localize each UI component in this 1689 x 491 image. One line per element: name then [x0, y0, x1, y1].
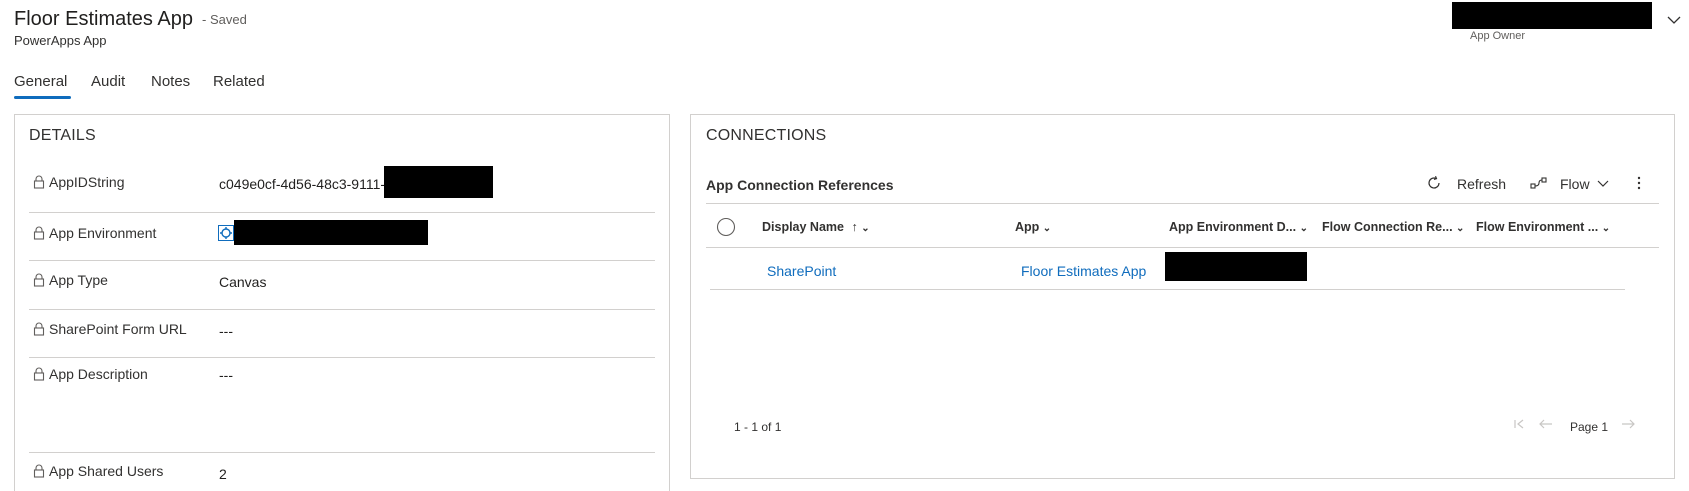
chevron-down-icon: ⌄: [1601, 223, 1611, 234]
lock-icon: [33, 175, 45, 189]
flow-icon[interactable]: [1530, 176, 1548, 190]
lock-icon: [33, 273, 45, 287]
app-owner-value-redacted[interactable]: [1452, 2, 1652, 29]
tab-notes[interactable]: Notes: [151, 73, 190, 90]
column-header-display-name[interactable]: Display Name ↑ ⌄: [762, 220, 870, 234]
previous-page-icon[interactable]: [1538, 418, 1554, 430]
subgrid-title: App Connection References: [706, 177, 894, 193]
column-header-label: App: [1015, 220, 1040, 234]
app-description-value[interactable]: ---: [219, 367, 233, 383]
row-divider: [29, 212, 655, 213]
column-header-label: App Environment D...: [1169, 220, 1297, 234]
field-label-appidstring: AppIDString: [33, 174, 124, 190]
field-label-text: App Environment: [49, 225, 157, 241]
column-header-app[interactable]: App ⌄: [1015, 220, 1051, 234]
field-label-text: App Description: [49, 366, 148, 382]
flow-menu-button[interactable]: Flow: [1560, 176, 1590, 192]
details-section-title: DETAILS: [29, 127, 96, 144]
field-label-sharepoint-form-url: SharePoint Form URL: [33, 321, 187, 337]
app-shared-users-value[interactable]: 2: [219, 466, 227, 482]
field-label-app-shared-users: App Shared Users: [33, 463, 163, 479]
connections-section-title: CONNECTIONS: [706, 127, 827, 144]
appidstring-value[interactable]: c049e0cf-4d56-48c3-9111-: [219, 176, 385, 192]
refresh-icon[interactable]: [1426, 175, 1442, 191]
field-label-app-description: App Description: [33, 366, 148, 382]
app-owner-label: App Owner: [1470, 30, 1526, 42]
record-count: 1 - 1 of 1: [734, 420, 782, 434]
first-page-icon[interactable]: [1512, 418, 1526, 430]
field-label-app-environment: App Environment: [33, 225, 156, 241]
tab-audit[interactable]: Audit: [91, 73, 125, 90]
row-app-link[interactable]: Floor Estimates App: [1021, 263, 1146, 279]
column-header-label: Flow Connection Re...: [1322, 220, 1453, 234]
row-divider: [29, 357, 655, 358]
lock-icon: [33, 367, 45, 381]
field-label-text: App Type: [49, 272, 108, 288]
connections-section: [690, 114, 1675, 479]
chevron-down-icon: ⌄: [1456, 223, 1465, 234]
chevron-down-icon: ⌄: [861, 223, 870, 234]
next-page-icon[interactable]: [1620, 418, 1636, 430]
field-label-text: App Shared Users: [49, 463, 164, 479]
row-display-name-link[interactable]: SharePoint: [767, 263, 836, 279]
column-header-label: Display Name: [762, 220, 844, 234]
app-environment-value-redacted[interactable]: [234, 220, 428, 245]
expand-header-chevron-icon[interactable]: [1664, 10, 1684, 30]
field-label-text: AppIDString: [49, 174, 125, 190]
app-type-value[interactable]: Canvas: [219, 274, 266, 290]
column-header-flow-connection-reference[interactable]: Flow Connection Re... ⌄: [1322, 220, 1464, 234]
field-label-text: SharePoint Form URL: [49, 321, 187, 337]
details-section: [14, 114, 670, 491]
chevron-down-icon: ⌄: [1042, 223, 1052, 234]
environment-icon: [218, 225, 234, 241]
field-label-app-type: App Type: [33, 272, 108, 288]
sort-ascending-icon: ↑: [851, 220, 858, 234]
row-divider: [29, 452, 655, 453]
chevron-down-icon[interactable]: [1596, 178, 1610, 190]
lock-icon: [33, 464, 45, 478]
entity-subtitle: PowerApps App: [14, 33, 107, 48]
page-indicator: Page 1: [1570, 420, 1609, 434]
refresh-button[interactable]: Refresh: [1457, 176, 1506, 192]
tab-general[interactable]: General: [14, 73, 67, 90]
column-header-flow-environment[interactable]: Flow Environment ... ⌄: [1476, 220, 1610, 234]
tab-related[interactable]: Related: [213, 73, 265, 90]
lock-icon: [33, 322, 45, 336]
row-divider: [29, 260, 655, 261]
chevron-down-icon: ⌄: [1299, 223, 1308, 234]
row-divider: [29, 309, 655, 310]
sharepoint-form-url-value[interactable]: ---: [219, 323, 233, 339]
grid-header-divider: [706, 247, 1659, 248]
save-status: - Saved: [202, 12, 247, 27]
page-title: Floor Estimates App: [14, 8, 193, 30]
select-all-checkbox[interactable]: [716, 217, 736, 237]
lock-icon: [33, 226, 45, 240]
column-header-app-environment[interactable]: App Environment D... ⌄: [1169, 220, 1308, 234]
column-header-label: Flow Environment ...: [1476, 220, 1599, 234]
row-divider: [710, 289, 1625, 290]
grid-top-divider: [706, 203, 1659, 204]
more-commands-icon[interactable]: [1636, 175, 1642, 191]
appidstring-redacted-part: [384, 166, 493, 198]
selected-tab-indicator: [14, 96, 71, 99]
row-app-environment-redacted: [1165, 252, 1307, 281]
